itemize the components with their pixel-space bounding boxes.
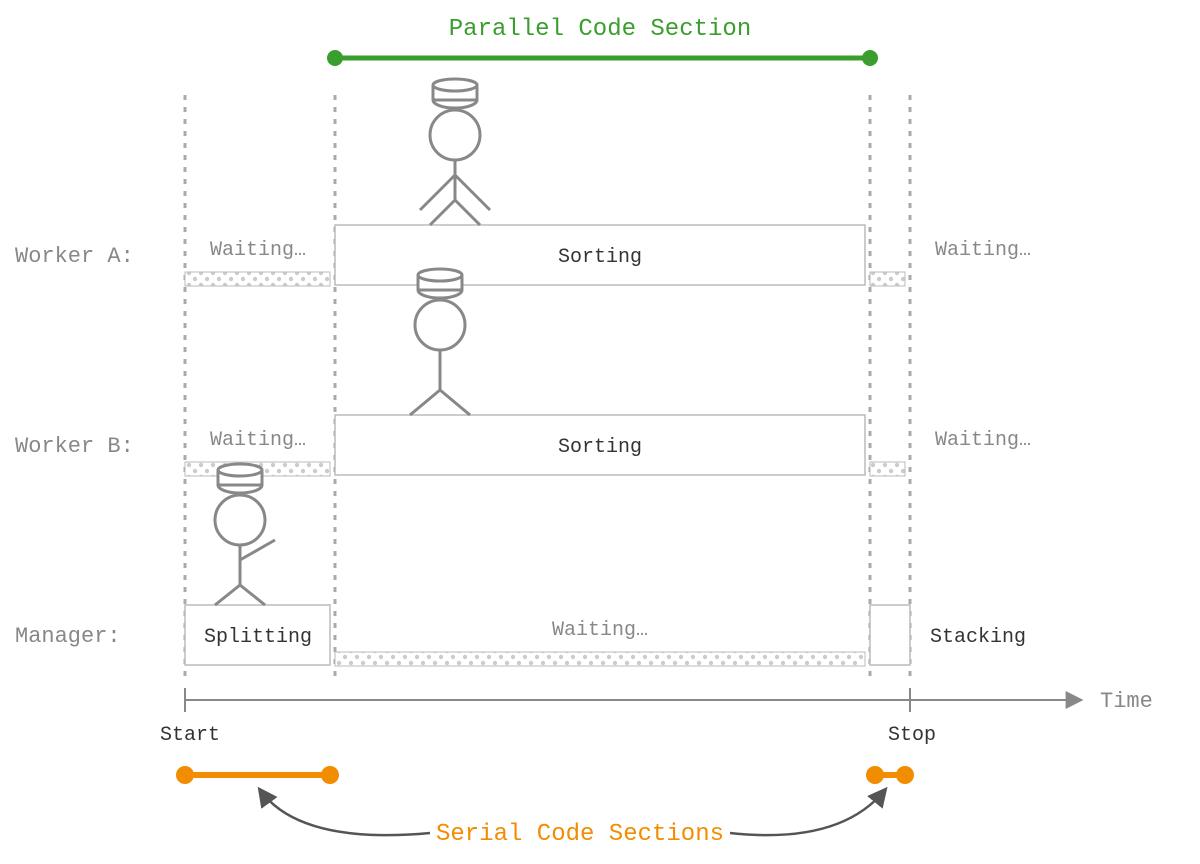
serial-connector-left	[260, 790, 430, 835]
serial-bar-2-end-dot	[896, 766, 914, 784]
manager-wait-bar	[335, 652, 865, 666]
lane-label-manager: Manager:	[15, 624, 121, 649]
parallel-section-title: Parallel Code Section	[449, 16, 751, 43]
manager-task2-box	[870, 605, 910, 665]
manager-task1-label: Splitting	[204, 626, 312, 649]
parallel-bar-end-dot	[862, 50, 878, 66]
serial-bar-1-end-dot	[321, 766, 339, 784]
worker-b-wait2-label: Waiting…	[935, 429, 1031, 452]
worker-b-task-label: Sorting	[558, 436, 642, 459]
lane-label-worker-b: Worker B:	[15, 434, 134, 459]
serial-bar-1-start-dot	[176, 766, 194, 784]
tick-stop-label: Stop	[888, 724, 936, 747]
parallel-bar-start-dot	[327, 50, 343, 66]
worker-b-wait2-bar	[870, 462, 905, 476]
tick-start-label: Start	[160, 724, 220, 747]
lane-label-worker-a: Worker A:	[15, 244, 134, 269]
worker-a-wait2-label: Waiting…	[935, 239, 1031, 262]
manager-task2-label: Stacking	[930, 626, 1026, 649]
serial-bar-2-start-dot	[866, 766, 884, 784]
worker-a-task-label: Sorting	[558, 246, 642, 269]
worker-a-wait2-bar	[870, 272, 905, 286]
worker-a-wait1-label: Waiting…	[210, 239, 306, 262]
worker-b-wait1-label: Waiting…	[210, 429, 306, 452]
manager-icon	[215, 464, 275, 605]
worker-b-icon	[410, 269, 470, 415]
manager-wait-label: Waiting…	[552, 619, 648, 642]
worker-a-icon	[420, 79, 490, 225]
serial-connector-right	[730, 790, 885, 835]
serial-section-title: Serial Code Sections	[436, 821, 724, 848]
time-axis-label: Time	[1100, 689, 1153, 714]
worker-a-wait1-bar	[185, 272, 330, 286]
timeline-diagram: Parallel Code Section Worker A: Waiting……	[0, 0, 1200, 864]
